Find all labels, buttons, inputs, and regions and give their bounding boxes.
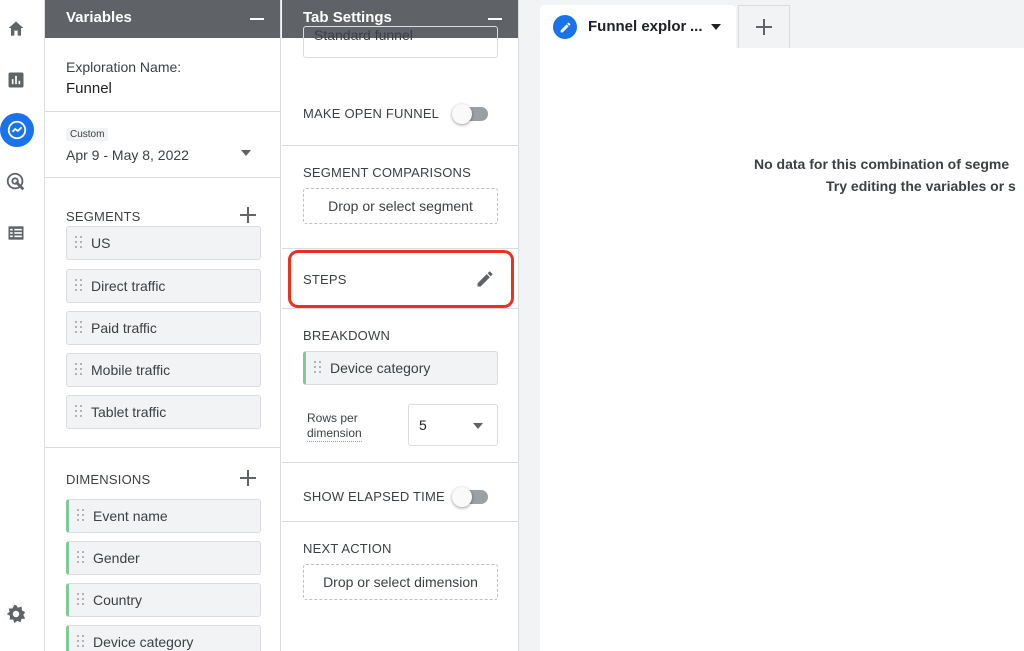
dimension-chip-label: Event name	[93, 508, 168, 524]
elapsed-time-section: SHOW ELAPSED TIME	[282, 463, 518, 522]
tab-settings-panel: Tab Settings Standard funnel MAKE OPEN F…	[282, 0, 519, 651]
segment-chip[interactable]: Paid traffic	[66, 311, 261, 345]
breakdown-section: BREAKDOWN Device category Rows per dimen…	[282, 309, 518, 463]
exploration-canvas: Funnel explor ... No data for this combi…	[519, 0, 1024, 651]
dimensions-label: DIMENSIONS	[66, 472, 151, 487]
add-dimension-icon[interactable]	[240, 470, 256, 486]
edit-pencil-icon[interactable]	[553, 15, 577, 39]
dimension-chip[interactable]: Country	[66, 583, 261, 617]
segment-drop-zone[interactable]: Drop or select segment	[303, 188, 498, 224]
dimension-chip-label: Country	[93, 592, 143, 608]
dimension-chip[interactable]: Gender	[66, 541, 261, 575]
add-segment-icon[interactable]	[240, 207, 256, 223]
tab-ellipsis: ...	[690, 18, 703, 35]
variables-panel: Variables Exploration Name: Funnel Custo…	[45, 0, 281, 651]
tab-label: Funnel explor	[588, 18, 687, 35]
add-tab-button[interactable]	[738, 5, 790, 49]
analytics-explore-screen: Variables Exploration Name: Funnel Custo…	[0, 0, 1024, 651]
drag-handle-icon[interactable]	[77, 509, 85, 525]
exploration-name-label: Exploration Name:	[66, 59, 182, 75]
collapse-icon[interactable]	[488, 18, 502, 20]
drag-handle-icon[interactable]	[75, 405, 83, 421]
segment-chip[interactable]: US	[66, 226, 261, 260]
dimension-chip-label: Gender	[93, 550, 140, 566]
segment-chip-label: Paid traffic	[91, 320, 157, 336]
drag-handle-icon[interactable]	[75, 236, 83, 252]
collapse-icon[interactable]	[250, 18, 264, 20]
segment-chip[interactable]: Direct traffic	[66, 269, 261, 303]
next-action-section: NEXT ACTION Drop or select dimension	[282, 522, 518, 626]
segment-chip-label: Mobile traffic	[91, 362, 171, 378]
variables-header: Variables	[45, 0, 280, 38]
canvas-content: No data for this combination of segme Tr…	[540, 48, 1024, 651]
tab-settings-title: Tab Settings	[303, 9, 392, 26]
make-open-funnel-toggle[interactable]	[452, 103, 488, 124]
drag-handle-icon[interactable]	[75, 279, 83, 295]
funnel-type-value: Standard funnel	[314, 27, 413, 43]
segment-comparisons-section: SEGMENT COMPARISONS Drop or select segme…	[282, 146, 518, 249]
drag-handle-icon[interactable]	[77, 551, 85, 567]
exploration-name-section: Exploration Name: Funnel	[45, 38, 280, 112]
dimensions-section: DIMENSIONS Event name Gender Country Dev…	[45, 448, 280, 651]
no-data-line2: Try editing the variables or s	[826, 178, 1016, 194]
explore-icon[interactable]	[0, 113, 34, 147]
chevron-down-icon[interactable]	[473, 423, 483, 429]
rows-per-dimension-select[interactable]: 5	[408, 404, 498, 446]
make-open-funnel-label: MAKE OPEN FUNNEL	[303, 106, 440, 121]
dimension-drop-zone[interactable]: Drop or select dimension	[303, 564, 498, 600]
drag-handle-icon[interactable]	[75, 321, 83, 337]
drag-handle-icon[interactable]	[77, 593, 85, 609]
rows-per-label-line1: Rows per	[307, 411, 358, 425]
next-action-label: NEXT ACTION	[303, 541, 392, 556]
configure-icon[interactable]	[0, 217, 32, 249]
date-range-value[interactable]: Apr 9 - May 8, 2022	[66, 147, 189, 163]
segments-label: SEGMENTS	[66, 209, 141, 224]
advertising-icon[interactable]	[0, 166, 32, 198]
breakdown-label: BREAKDOWN	[303, 328, 391, 343]
dimension-chip[interactable]: Event name	[66, 499, 261, 533]
segment-comparisons-label: SEGMENT COMPARISONS	[303, 165, 472, 180]
breakdown-chip[interactable]: Device category	[303, 351, 498, 385]
funnel-type-select[interactable]: Standard funnel	[303, 26, 498, 58]
show-elapsed-time-label: SHOW ELAPSED TIME	[303, 489, 445, 504]
chevron-down-icon[interactable]	[241, 150, 251, 156]
segments-section: SEGMENTS US Direct traffic Paid traffic …	[45, 178, 280, 448]
edit-pencil-icon[interactable]	[475, 269, 495, 289]
left-nav-rail	[0, 0, 45, 651]
breakdown-chip-label: Device category	[330, 360, 431, 376]
funnel-type-section: Standard funnel MAKE OPEN FUNNEL	[282, 26, 518, 146]
no-data-line1: No data for this combination of segme	[754, 156, 1010, 172]
drag-handle-icon[interactable]	[75, 363, 83, 379]
show-elapsed-time-toggle[interactable]	[452, 486, 488, 507]
settings-icon[interactable]	[0, 598, 32, 630]
segment-chip-label: Tablet traffic	[91, 404, 167, 420]
exploration-name-input[interactable]: Funnel	[66, 80, 112, 97]
tab-funnel-exploration[interactable]: Funnel explor ...	[540, 5, 736, 49]
chevron-down-icon[interactable]	[711, 24, 721, 30]
rows-per-dimension-label: Rows per dimension	[307, 411, 362, 442]
drag-handle-icon[interactable]	[77, 635, 85, 651]
segment-chip[interactable]: Mobile traffic	[66, 353, 261, 387]
steps-section: STEPS	[282, 249, 518, 309]
rows-per-dimension-value: 5	[419, 417, 427, 433]
date-range-section: Custom Apr 9 - May 8, 2022	[45, 112, 280, 178]
plus-icon	[756, 19, 772, 35]
reports-icon[interactable]	[0, 64, 32, 96]
rows-per-label-line2: dimension	[307, 426, 362, 440]
steps-label: STEPS	[303, 272, 347, 287]
segment-chip-label: Direct traffic	[91, 278, 166, 294]
dimension-chip-label: Device category	[93, 634, 194, 650]
variables-title: Variables	[66, 9, 132, 26]
segment-chip[interactable]: Tablet traffic	[66, 395, 261, 429]
segment-chip-label: US	[91, 235, 111, 251]
date-custom-badge: Custom	[66, 128, 109, 141]
home-icon[interactable]	[0, 13, 32, 45]
drag-handle-icon[interactable]	[314, 361, 322, 377]
dimension-chip[interactable]: Device category	[66, 625, 261, 651]
